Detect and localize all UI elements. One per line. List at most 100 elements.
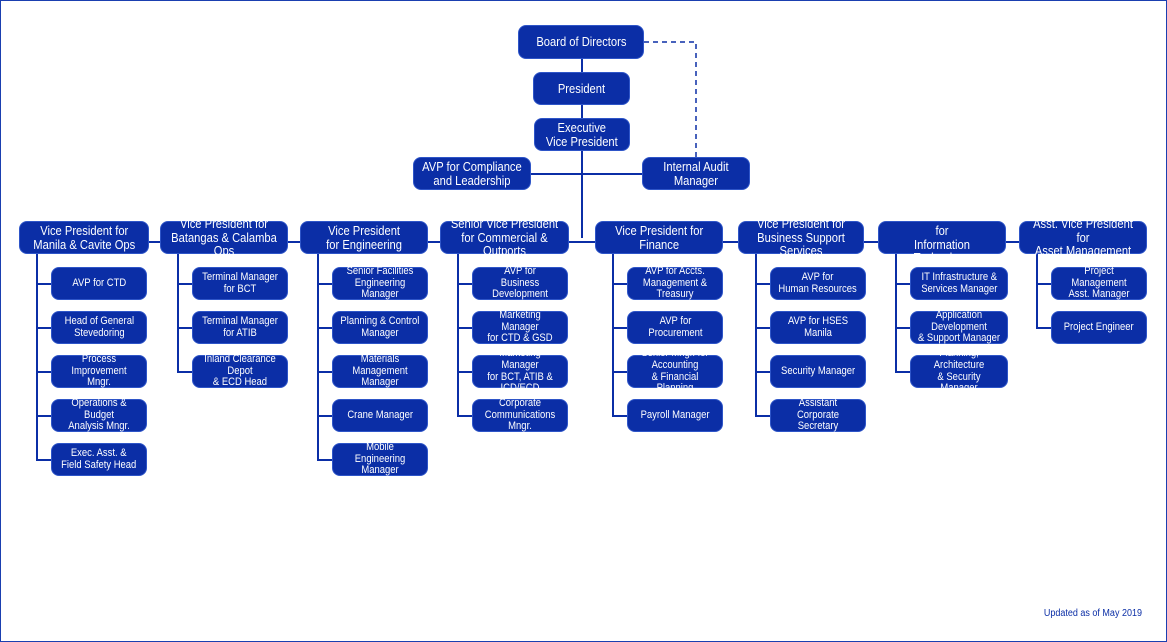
position-box-label: Marketing Manager for CTD & GSD	[487, 309, 553, 345]
position-box: Project Management Asst. Manager	[1051, 265, 1147, 301]
position-box-label: Project Management Asst. Manager	[1068, 265, 1130, 301]
position-box: IT Infrastructure & Services Manager	[910, 267, 1008, 300]
position-box-label: Crane Manager	[347, 408, 413, 421]
position-box: Inland Clearance Depot & ECD Head	[192, 353, 288, 389]
position-box-label: Materials Management Manager	[352, 353, 408, 389]
branch-line	[457, 283, 472, 285]
vp-box-label: Asst. Vice President for Information Tec…	[892, 209, 992, 266]
position-box: Mobile Engineering Manager	[332, 441, 428, 477]
position-box-label: Application Development & Support Manage…	[917, 309, 1001, 345]
position-box-label: Terminal Manager for ATIB	[202, 314, 278, 339]
position-box: AVP for HSES Manila	[770, 311, 866, 344]
position-box-label: Inland Clearance Depot & ECD Head	[204, 353, 276, 389]
position-box-label: IT Infrastructure & Services Manager	[920, 270, 998, 295]
position-box: Exec. Asst. & Field Safety Head	[51, 443, 147, 476]
president-box-label: President	[557, 80, 606, 96]
vp-box: Vice President for Engineering	[300, 221, 428, 254]
position-box-label: AVP for Procurement	[647, 314, 703, 339]
vp-box-label: Asst. Vice President for Asset Managemen…	[1033, 216, 1133, 259]
org-chart: Updated as of May 2019 Board of Director…	[0, 0, 1167, 642]
position-box: Security Manager	[770, 355, 866, 388]
column-spine-line	[612, 254, 614, 415]
position-box: Senior Facilities Engineering Manager	[332, 265, 428, 301]
branch-line	[317, 283, 332, 285]
position-box-label: Process Improvement Mngr.	[71, 353, 127, 389]
position-box: AVP for Human Resources	[770, 267, 866, 300]
branch-line	[317, 371, 332, 373]
position-box-label: Mobile Engineering Manager	[354, 441, 406, 477]
branch-line	[1036, 283, 1051, 285]
branch-line	[895, 327, 910, 329]
column-spine-line	[755, 254, 757, 415]
vp-box-label: Vice President for Batangas & Calamba Op…	[171, 216, 277, 259]
branch-line	[317, 327, 332, 329]
position-box: AVP for CTD	[51, 267, 147, 300]
board-of-directors-box-label: Board of Directors	[535, 34, 627, 50]
position-box: Marketing Manager for CTD & GSD	[472, 309, 568, 345]
vp-box-label: Vice President for Manila & Cavite Ops	[33, 222, 135, 252]
position-box: Terminal Manager for ATIB	[192, 311, 288, 344]
position-box: Marketing Manager for BCT, ATIB & ICD/EC…	[472, 348, 568, 394]
position-box: AVP for Procurement	[627, 311, 723, 344]
vp-box-label: Vice President for Business Support Serv…	[756, 216, 846, 259]
position-box-label: AVP for CTD	[72, 276, 126, 289]
vp-box: Vice President for Manila & Cavite Ops	[19, 221, 149, 254]
board-of-directors-box: Board of Directors	[518, 25, 644, 59]
vp-box: Vice President for Finance	[595, 221, 723, 254]
vp-box: Senior Vice President for Commercial & O…	[440, 217, 569, 258]
position-box-label: Terminal Manager for BCT	[202, 270, 278, 295]
position-box: Payroll Manager	[627, 399, 723, 432]
branch-line	[36, 459, 51, 461]
branch-line	[36, 283, 51, 285]
position-box-label: Senior Mngr. for Accounting & Financial …	[641, 347, 709, 395]
position-box-label: Exec. Asst. & Field Safety Head	[61, 446, 137, 471]
branch-line	[36, 371, 51, 373]
branch-line	[612, 415, 627, 417]
position-box: Senior Mngr. for Accounting & Financial …	[627, 348, 723, 394]
branch-line	[755, 327, 770, 329]
position-box-label: Marketing Manager for BCT, ATIB & ICD/EC…	[487, 347, 553, 395]
branch-line	[177, 283, 192, 285]
position-box: Planning, Architecture & Security Manage…	[910, 348, 1008, 394]
vp-box-label: Senior Vice President for Commercial & O…	[450, 216, 559, 259]
position-box-label: Corporate Communications Mngr.	[484, 397, 556, 433]
position-box: Terminal Manager for BCT	[192, 267, 288, 300]
avp-compliance-box: AVP for Compliance and Leadership	[413, 157, 531, 190]
branch-line	[755, 371, 770, 373]
position-box: Head of General Stevedoring	[51, 311, 147, 344]
position-box-label: AVP for Accts. Management & Treasury	[642, 265, 708, 301]
branch-line	[755, 415, 770, 417]
vp-box: Asst. Vice President for Asset Managemen…	[1019, 217, 1147, 258]
position-box-label: AVP for Business Development	[492, 265, 548, 301]
president-box: President	[533, 72, 630, 105]
vp-box: Vice President for Batangas & Calamba Op…	[160, 217, 288, 258]
position-box: Project Engineer	[1051, 311, 1147, 344]
branch-line	[1036, 327, 1051, 329]
branch-line	[317, 459, 332, 461]
column-spine-line	[457, 254, 459, 415]
branch-line	[895, 371, 910, 373]
branch-line	[612, 327, 627, 329]
position-box: Operations & Budget Analysis Mngr.	[51, 397, 147, 433]
vp-box: Asst. Vice President for Information Tec…	[878, 210, 1006, 264]
position-box-label: Assistant Corporate Secretary	[796, 397, 840, 433]
position-box: Planning & Control Manager	[332, 311, 428, 344]
branch-line	[612, 283, 627, 285]
position-box-label: Senior Facilities Engineering Manager	[346, 265, 414, 301]
vp-box-label: Vice President for Engineering	[326, 222, 402, 252]
position-box: Application Development & Support Manage…	[910, 309, 1008, 345]
position-box-label: Operations & Budget Analysis Mngr.	[68, 397, 130, 433]
position-box: AVP for Accts. Management & Treasury	[627, 265, 723, 301]
position-box-label: AVP for HSES Manila	[787, 314, 849, 339]
branch-line	[457, 327, 472, 329]
position-box-label: AVP for Human Resources	[778, 270, 858, 295]
column-spine-line	[177, 254, 179, 371]
branch-line	[36, 415, 51, 417]
branch-line	[36, 327, 51, 329]
branch-line	[457, 371, 472, 373]
internal-audit-box-label: Internal Audit Manager	[663, 158, 729, 188]
position-box-label: Project Engineer	[1064, 320, 1134, 333]
position-box: Process Improvement Mngr.	[51, 353, 147, 389]
column-spine-line	[1036, 254, 1038, 327]
branch-line	[177, 371, 192, 373]
